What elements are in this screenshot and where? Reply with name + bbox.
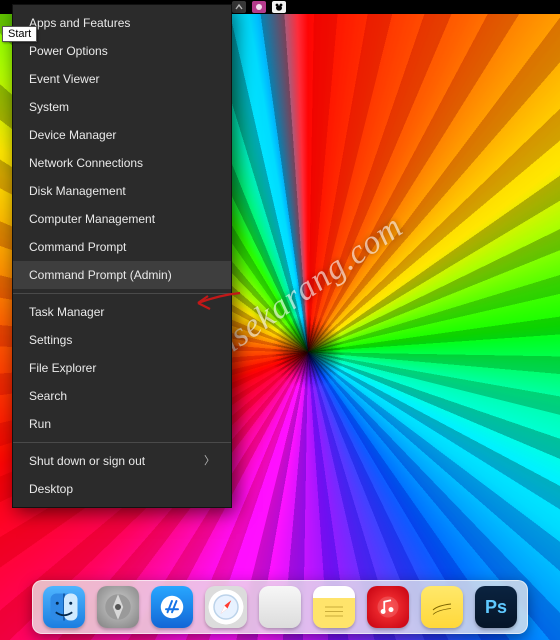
menu-item-disk-management[interactable]: Disk Management [13,177,231,205]
menu-item-label: Event Viewer [29,73,99,85]
menu-item-label: Command Prompt [29,241,126,253]
menu-item-label: Shut down or sign out [29,455,145,467]
menu-item-label: Search [29,390,67,402]
menu-item-event-viewer[interactable]: Event Viewer [13,65,231,93]
chevron-right-icon: 〉 [204,456,215,467]
dock-photoshop-icon[interactable]: Ps [475,586,517,628]
menu-item-label: Desktop [29,483,73,495]
menu-item-network-connections[interactable]: Network Connections [13,149,231,177]
dock-notes-icon[interactable] [313,586,355,628]
menu-item-power-options[interactable]: Power Options [13,37,231,65]
menu-item-label: Power Options [29,45,108,57]
dock-launchpad-icon[interactable] [97,586,139,628]
system-tray [232,0,286,14]
menu-separator [13,293,231,294]
menu-item-system[interactable]: System [13,93,231,121]
menu-item-device-manager[interactable]: Device Manager [13,121,231,149]
menu-separator [13,442,231,443]
dock-stickies-icon[interactable] [421,586,463,628]
start-tooltip: Start [2,26,37,42]
menu-item-apps-and-features[interactable]: Apps and Features [13,9,231,37]
menu-item-label: Apps and Features [29,17,130,29]
menu-item-label: File Explorer [29,362,96,374]
menu-item-file-explorer[interactable]: File Explorer [13,354,231,382]
tray-panda-icon[interactable] [272,1,286,13]
menu-item-label: Settings [29,334,72,346]
dock-safari-icon[interactable] [205,586,247,628]
menu-item-command-prompt-admin[interactable]: Command Prompt (Admin) [13,261,231,289]
winx-menu: Apps and Features Power Options Event Vi… [12,4,232,508]
menu-item-label: Disk Management [29,185,126,197]
menu-item-shutdown-signout[interactable]: Shut down or sign out 〉 [13,447,231,475]
menu-item-run[interactable]: Run [13,410,231,438]
dock-blank-icon[interactable] [259,586,301,628]
dock-itunes-icon[interactable] [367,586,409,628]
menu-item-label: Computer Management [29,213,155,225]
tray-up-arrow-icon[interactable] [232,1,246,13]
dock-appstore-icon[interactable] [151,586,193,628]
menu-item-task-manager[interactable]: Task Manager [13,298,231,326]
dock-finder-icon[interactable] [43,586,85,628]
menu-item-command-prompt[interactable]: Command Prompt [13,233,231,261]
menu-item-computer-management[interactable]: Computer Management [13,205,231,233]
menu-item-label: Run [29,418,51,430]
menu-item-label: Device Manager [29,129,116,141]
menu-item-label: Network Connections [29,157,143,169]
menu-item-settings[interactable]: Settings [13,326,231,354]
menu-item-search[interactable]: Search [13,382,231,410]
menu-item-label: System [29,101,69,113]
tray-app-icon[interactable] [252,1,266,13]
menu-item-desktop[interactable]: Desktop [13,475,231,503]
menu-item-label: Command Prompt (Admin) [29,269,172,281]
menu-item-label: Task Manager [29,306,104,318]
dock: Ps [32,580,528,634]
